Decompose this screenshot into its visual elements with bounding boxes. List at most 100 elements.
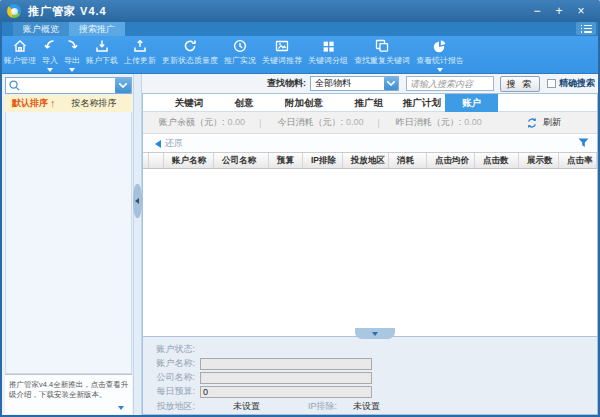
toolbar-promotion-live-button[interactable]: 推广实况 bbox=[222, 36, 258, 66]
refresh-icon bbox=[182, 38, 198, 54]
search-input[interactable] bbox=[406, 76, 494, 91]
toolbar-update-status-button[interactable]: 更新状态质量度 bbox=[160, 36, 220, 66]
sort-by-name-button[interactable]: 按名称排序 bbox=[72, 97, 117, 110]
tab-promotion-plans[interactable]: 推广计划 bbox=[399, 94, 445, 112]
toolbar-import-button[interactable]: 导入 bbox=[40, 36, 60, 72]
material-search-bar: 查找物料: 全部物料 搜 索 精确搜索 bbox=[142, 74, 598, 93]
ip-exclude-value: 未设置 bbox=[353, 400, 380, 413]
splitter-collapse-handle[interactable] bbox=[133, 184, 142, 218]
toolbar-keyword-recommend-button[interactable]: 关键词推荐 bbox=[260, 36, 304, 66]
table-header-cell[interactable]: 公司名称 bbox=[214, 153, 269, 168]
tab-creatives[interactable]: 创意 bbox=[219, 94, 269, 112]
account-list[interactable] bbox=[5, 112, 132, 374]
duplicate-keywords-icon bbox=[374, 38, 390, 54]
table-body[interactable] bbox=[143, 170, 597, 336]
tab-extended-creatives[interactable]: 附加创意 bbox=[269, 94, 339, 112]
account-status-label: 账户状态: bbox=[143, 343, 195, 356]
tab-account[interactable]: 账户 bbox=[445, 94, 498, 112]
import-icon bbox=[42, 38, 58, 54]
grid-icon bbox=[321, 38, 336, 54]
clock-icon bbox=[232, 38, 248, 54]
table-header-cell[interactable] bbox=[149, 153, 164, 168]
account-name-field[interactable] bbox=[200, 358, 372, 370]
toolbar-account-download-button[interactable]: 账户下载 bbox=[84, 36, 120, 66]
table-header-cell[interactable]: 点击数 bbox=[475, 153, 519, 168]
material-tabs: 关键词 创意 附加创意 推广组 推广计划 账户 bbox=[143, 94, 597, 112]
search-icon bbox=[8, 79, 21, 92]
filter-icon[interactable] bbox=[578, 138, 589, 150]
account-name-label: 账户名称: bbox=[143, 357, 195, 370]
table-header-cell[interactable]: 预算 bbox=[269, 153, 303, 168]
search-button[interactable]: 搜 索 bbox=[500, 76, 540, 92]
tab-promotion-groups[interactable]: 推广组 bbox=[339, 94, 399, 112]
restore-button[interactable]: 还原 bbox=[165, 137, 183, 150]
toolbar-keyword-group-button[interactable]: 关键词分组 bbox=[306, 36, 350, 66]
daily-budget-label: 每日预算: bbox=[143, 385, 195, 398]
download-icon bbox=[94, 38, 110, 54]
region-value: 未设置 bbox=[233, 400, 260, 413]
app-logo-icon bbox=[7, 4, 21, 18]
upgrade-notice[interactable]: 推广管家v4.4全新推出，点击查看升级介绍，下载安装全新版本。 bbox=[5, 374, 132, 414]
chevron-down-icon bbox=[384, 77, 398, 90]
app-window: 推广管家 V4.4 − + × 账户概览 搜索推广 账户管理 导入 导出 bbox=[0, 0, 600, 417]
sort-default-button[interactable]: 默认排序 bbox=[12, 97, 48, 110]
maximize-button[interactable]: + bbox=[548, 1, 570, 21]
table-header-cell[interactable]: 消耗 bbox=[389, 153, 427, 168]
toolbar-statistics-report-button[interactable]: 查看统计报告 bbox=[414, 36, 466, 72]
company-name-field[interactable] bbox=[200, 372, 372, 384]
pie-chart-icon bbox=[432, 38, 448, 54]
upload-icon bbox=[132, 38, 148, 54]
title-bar: 推广管家 V4.4 − + × bbox=[0, 0, 600, 22]
ip-exclude-label: IP排除: bbox=[308, 400, 337, 413]
dropdown-caret-icon bbox=[69, 68, 75, 72]
dropdown-caret-icon bbox=[47, 68, 53, 72]
sidebar: 默认排序 ↑ 按名称排序 推广管家v4.4全新推出，点击查看升级介绍，下载安装全… bbox=[2, 74, 133, 415]
toolbar: 账户管理 导入 导出 账户下载 上传更新 更新状态质量度 推广实况 bbox=[2, 36, 598, 74]
account-stats-bar: 账户余额（元）:0.00 | 今日消耗（元）:0.00 | 昨日消耗（元）:0.… bbox=[143, 112, 597, 134]
table-header-cell[interactable]: 点击均价 bbox=[427, 153, 475, 168]
export-icon bbox=[64, 38, 80, 54]
material-type-select[interactable]: 全部物料 bbox=[310, 76, 399, 91]
tab-search-promotion[interactable]: 搜索推广 bbox=[69, 22, 125, 36]
table-header-cell[interactable]: IP排除 bbox=[303, 153, 343, 168]
menu-icon bbox=[581, 25, 592, 33]
restore-icon bbox=[155, 140, 161, 148]
close-button[interactable]: × bbox=[570, 1, 592, 21]
account-balance: 账户余额（元）:0.00 bbox=[159, 116, 245, 129]
nav-tab-bar: 账户概览 搜索推广 bbox=[2, 22, 598, 36]
exact-search-checkbox[interactable] bbox=[547, 79, 556, 88]
sidebar-splitter[interactable] bbox=[133, 74, 142, 415]
main-panel: 关键词 创意 附加创意 推广组 推广计划 账户 账户余额（元）:0.00 | 今… bbox=[142, 93, 598, 415]
tab-account-overview[interactable]: 账户概览 bbox=[13, 22, 69, 36]
collapse-panel-button[interactable] bbox=[355, 328, 395, 339]
chevron-down-icon[interactable] bbox=[115, 78, 131, 93]
table-header-cell[interactable]: 账户名称 bbox=[164, 153, 214, 168]
refresh-icon bbox=[526, 117, 538, 129]
exact-search-label: 精确搜索 bbox=[559, 77, 595, 90]
minimize-button[interactable]: − bbox=[526, 1, 548, 21]
region-label: 投放地区: bbox=[143, 400, 195, 413]
table-header-cell[interactable]: 展示数 bbox=[519, 153, 559, 168]
toolbar-export-button[interactable]: 导出 bbox=[62, 36, 82, 72]
picture-icon bbox=[274, 38, 290, 54]
home-icon bbox=[12, 38, 28, 54]
toolbar-upload-update-button[interactable]: 上传更新 bbox=[122, 36, 158, 66]
sidebar-sort-bar: 默认排序 ↑ 按名称排序 bbox=[5, 95, 132, 112]
account-detail-form: 账户状态: 账户名称: 公司名称: 每日预算: 投 bbox=[143, 336, 597, 414]
toolbar-find-duplicate-button[interactable]: 查找重复关键词 bbox=[352, 36, 412, 66]
company-name-label: 公司名称: bbox=[143, 371, 195, 384]
sidebar-account-filter[interactable] bbox=[5, 77, 132, 94]
refresh-button[interactable]: 刷新 bbox=[526, 116, 561, 129]
app-title: 推广管家 V4.4 bbox=[28, 4, 107, 19]
table-header-cell[interactable]: 投放地区 bbox=[343, 153, 389, 168]
toolbar-account-manage-button[interactable]: 账户管理 bbox=[2, 36, 38, 66]
daily-budget-field[interactable] bbox=[200, 386, 372, 398]
today-consumption: 今日消耗（元）:0.00 bbox=[277, 116, 363, 129]
tab-keywords[interactable]: 关键词 bbox=[159, 94, 219, 112]
search-scope-label: 查找物料: bbox=[267, 77, 306, 90]
notice-caret-icon[interactable] bbox=[118, 406, 124, 410]
collapse-caret-icon bbox=[372, 332, 378, 336]
restore-bar: 还原 bbox=[143, 135, 597, 152]
table-header-cell[interactable]: 点击率 bbox=[559, 153, 597, 168]
menu-button[interactable] bbox=[576, 22, 596, 35]
